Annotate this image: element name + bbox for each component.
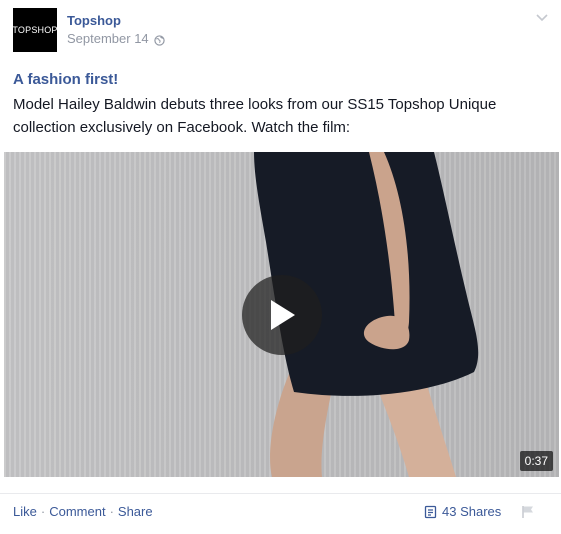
action-separator: · xyxy=(40,504,46,519)
footer-divider xyxy=(0,493,561,494)
avatar-logo-text: TOPSHOP xyxy=(12,25,58,35)
shares-count-link[interactable]: 43 Shares xyxy=(424,504,501,519)
post-meta: September 14 xyxy=(67,31,165,46)
post-date-link[interactable]: September 14 xyxy=(67,31,149,46)
page-avatar[interactable]: TOPSHOP xyxy=(12,8,58,52)
action-separator: · xyxy=(109,504,114,519)
post-actions: Like · Comment · Share xyxy=(13,504,153,519)
video-duration: 0:37 xyxy=(519,451,553,471)
page-name-link[interactable]: Topshop xyxy=(67,13,121,28)
comment-link[interactable]: Comment xyxy=(49,504,105,519)
post-card: TOPSHOP Topshop September 14 A fashion f… xyxy=(0,0,561,534)
like-link[interactable]: Like xyxy=(13,504,37,519)
share-link[interactable]: Share xyxy=(118,504,153,519)
video-player[interactable]: 0:37 xyxy=(4,152,559,477)
shares-count-text: 43 Shares xyxy=(442,504,502,519)
globe-icon[interactable] xyxy=(153,34,165,46)
chevron-down-icon[interactable] xyxy=(535,10,549,24)
post-headline: A fashion first! xyxy=(13,71,119,88)
play-button[interactable] xyxy=(242,275,322,355)
play-icon xyxy=(271,300,295,330)
shares-icon xyxy=(424,505,437,518)
flag-icon[interactable] xyxy=(521,505,535,519)
post-body-text: Model Hailey Baldwin debuts three looks … xyxy=(13,96,497,136)
